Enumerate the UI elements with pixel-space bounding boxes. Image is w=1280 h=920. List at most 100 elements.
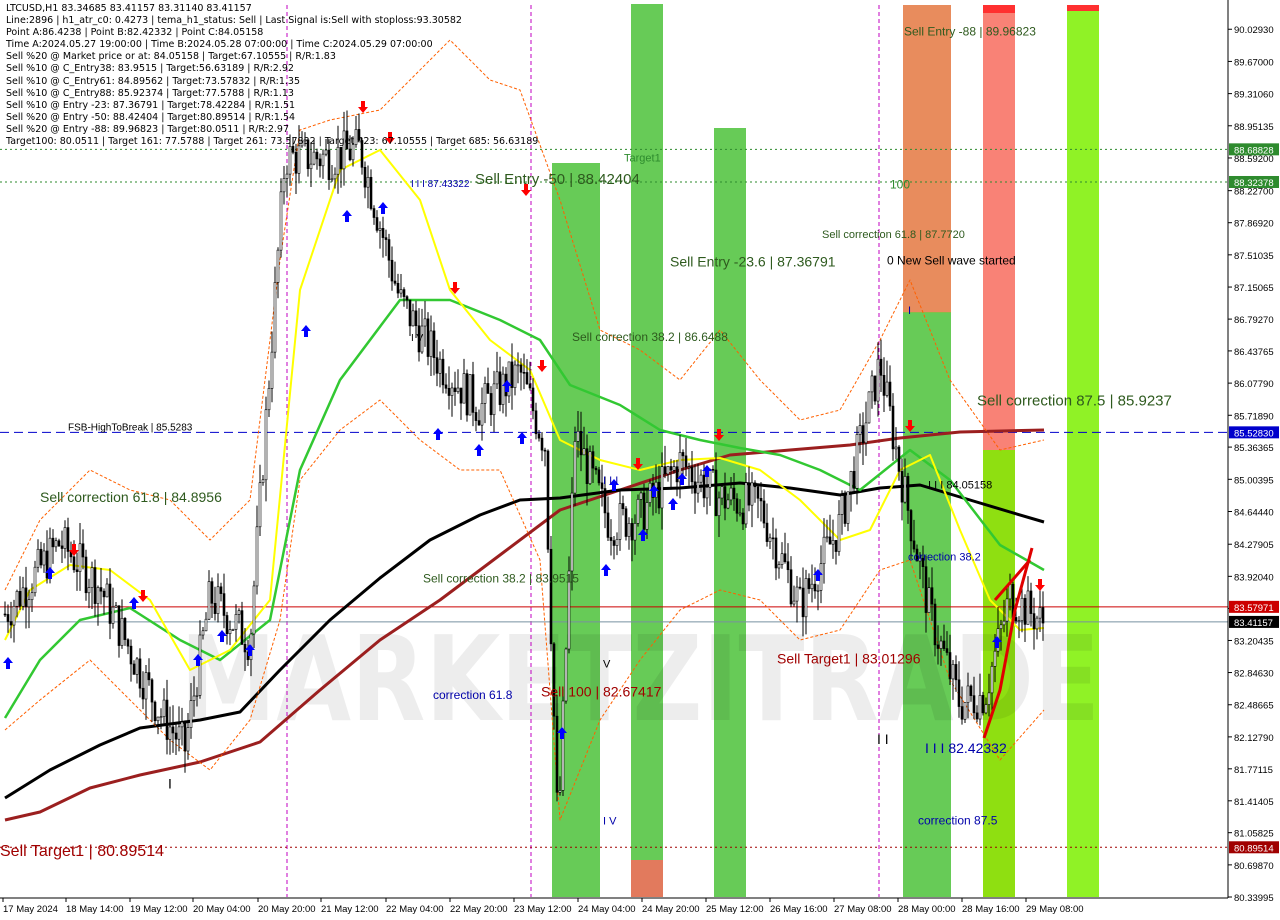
candle-body	[510, 361, 514, 388]
candle-body	[885, 381, 889, 396]
candle-body	[93, 567, 97, 604]
candle-body	[234, 614, 238, 630]
candle-body	[156, 716, 160, 722]
x-tick-label: 25 May 12:00	[706, 904, 764, 915]
candle-body	[717, 497, 721, 516]
y-tick-label: 82.48665	[1234, 701, 1274, 712]
candle-body	[63, 527, 67, 549]
candle-body	[738, 512, 742, 515]
candle-body	[873, 375, 877, 402]
chart-annotation: I I	[877, 731, 889, 747]
candle-body	[624, 508, 628, 537]
candle-body	[435, 357, 439, 374]
info-line: Sell %20 @ Market price or at: 84.05158 …	[6, 51, 336, 63]
candle-body	[720, 486, 724, 499]
signal-zone	[631, 860, 663, 897]
x-tick-label: 28 May 16:00	[962, 904, 1020, 915]
chart-annotation: 0 New Sell wave started	[887, 254, 1016, 268]
candle-body	[489, 393, 493, 416]
candle-body	[30, 592, 34, 601]
candle-body	[450, 387, 454, 396]
candle-body	[396, 282, 400, 294]
candle-body	[513, 364, 517, 388]
candle-body	[1029, 590, 1033, 614]
candle-body	[864, 422, 868, 444]
candle-body	[228, 629, 232, 634]
candle-body	[366, 176, 370, 188]
candle-body	[630, 523, 634, 541]
candle-body	[573, 441, 577, 494]
chart-annotation: Sell correction 38.2 | 86.6488	[572, 330, 728, 344]
x-tick-label: 20 May 04:00	[193, 904, 251, 915]
candle-body	[468, 374, 472, 416]
candle-body	[708, 468, 712, 488]
candle-body	[852, 471, 856, 489]
x-tick-label: 20 May 20:00	[258, 904, 316, 915]
candle-body	[369, 176, 373, 209]
candle-body	[657, 481, 661, 509]
y-tick-label: 90.02930	[1234, 25, 1274, 36]
zone-cap	[983, 5, 1015, 13]
candle-body	[444, 384, 448, 389]
candle-body	[324, 149, 328, 155]
x-tick-label: 23 May 12:00	[514, 904, 572, 915]
y-tick-label: 82.84630	[1234, 669, 1274, 680]
candle-body	[768, 537, 772, 542]
price-axis-bg	[1228, 0, 1280, 920]
candle-body	[699, 474, 703, 483]
candle-body	[282, 178, 286, 193]
candle-body	[216, 586, 220, 614]
candle-body	[834, 540, 838, 552]
chart-annotation: V	[603, 659, 611, 671]
candle-body	[576, 430, 580, 442]
candle-body	[762, 500, 766, 524]
candle-body	[990, 666, 994, 694]
candle-body	[162, 699, 166, 717]
candle-body	[1005, 598, 1009, 622]
candle-body	[765, 522, 769, 542]
candle-body	[165, 699, 169, 740]
candle-body	[543, 449, 547, 452]
candle-body	[993, 650, 997, 667]
candle-body	[627, 523, 631, 537]
candle-body	[822, 536, 826, 565]
candle-body	[534, 410, 538, 435]
y-tick-label: 82.12790	[1234, 733, 1274, 744]
candle-body	[441, 358, 445, 386]
candle-body	[318, 158, 322, 167]
candle-body	[756, 486, 760, 499]
chart-annotation: I I I 87.43322	[411, 179, 470, 190]
chart-annotation: correction 38.2	[908, 551, 981, 563]
chart-annotation: Sell Entry -23.6 | 87.36791	[670, 254, 836, 270]
candle-body	[642, 492, 646, 530]
candle-body	[942, 640, 946, 649]
candle-body	[753, 482, 757, 488]
y-tick-label: 83.20435	[1234, 636, 1274, 647]
chart-annotation: FSB-HighToBreak | 85.5283	[68, 422, 193, 433]
candle-body	[948, 652, 952, 680]
candle-body	[828, 536, 832, 545]
candle-body	[195, 695, 199, 697]
y-tick-label: 81.05825	[1234, 829, 1274, 840]
candle-body	[432, 330, 436, 358]
candle-body	[150, 679, 154, 703]
candle-body	[681, 452, 685, 457]
candle-body	[447, 387, 451, 396]
candle-body	[330, 178, 334, 181]
candle-body	[732, 487, 736, 500]
candle-body	[987, 692, 991, 705]
candle-body	[1020, 597, 1024, 622]
candle-body	[1032, 613, 1036, 630]
candle-body	[675, 466, 679, 483]
candle-body	[648, 482, 652, 503]
candle-body	[12, 605, 16, 626]
candle-body	[285, 173, 289, 179]
candle-body	[969, 685, 973, 696]
candle-body	[309, 163, 313, 170]
candle-body	[546, 450, 550, 550]
time-axis-bg	[0, 898, 1280, 920]
candle-body	[243, 644, 247, 653]
candle-body	[117, 605, 121, 646]
y-tick-label: 87.86920	[1234, 219, 1274, 230]
candle-body	[666, 466, 670, 475]
